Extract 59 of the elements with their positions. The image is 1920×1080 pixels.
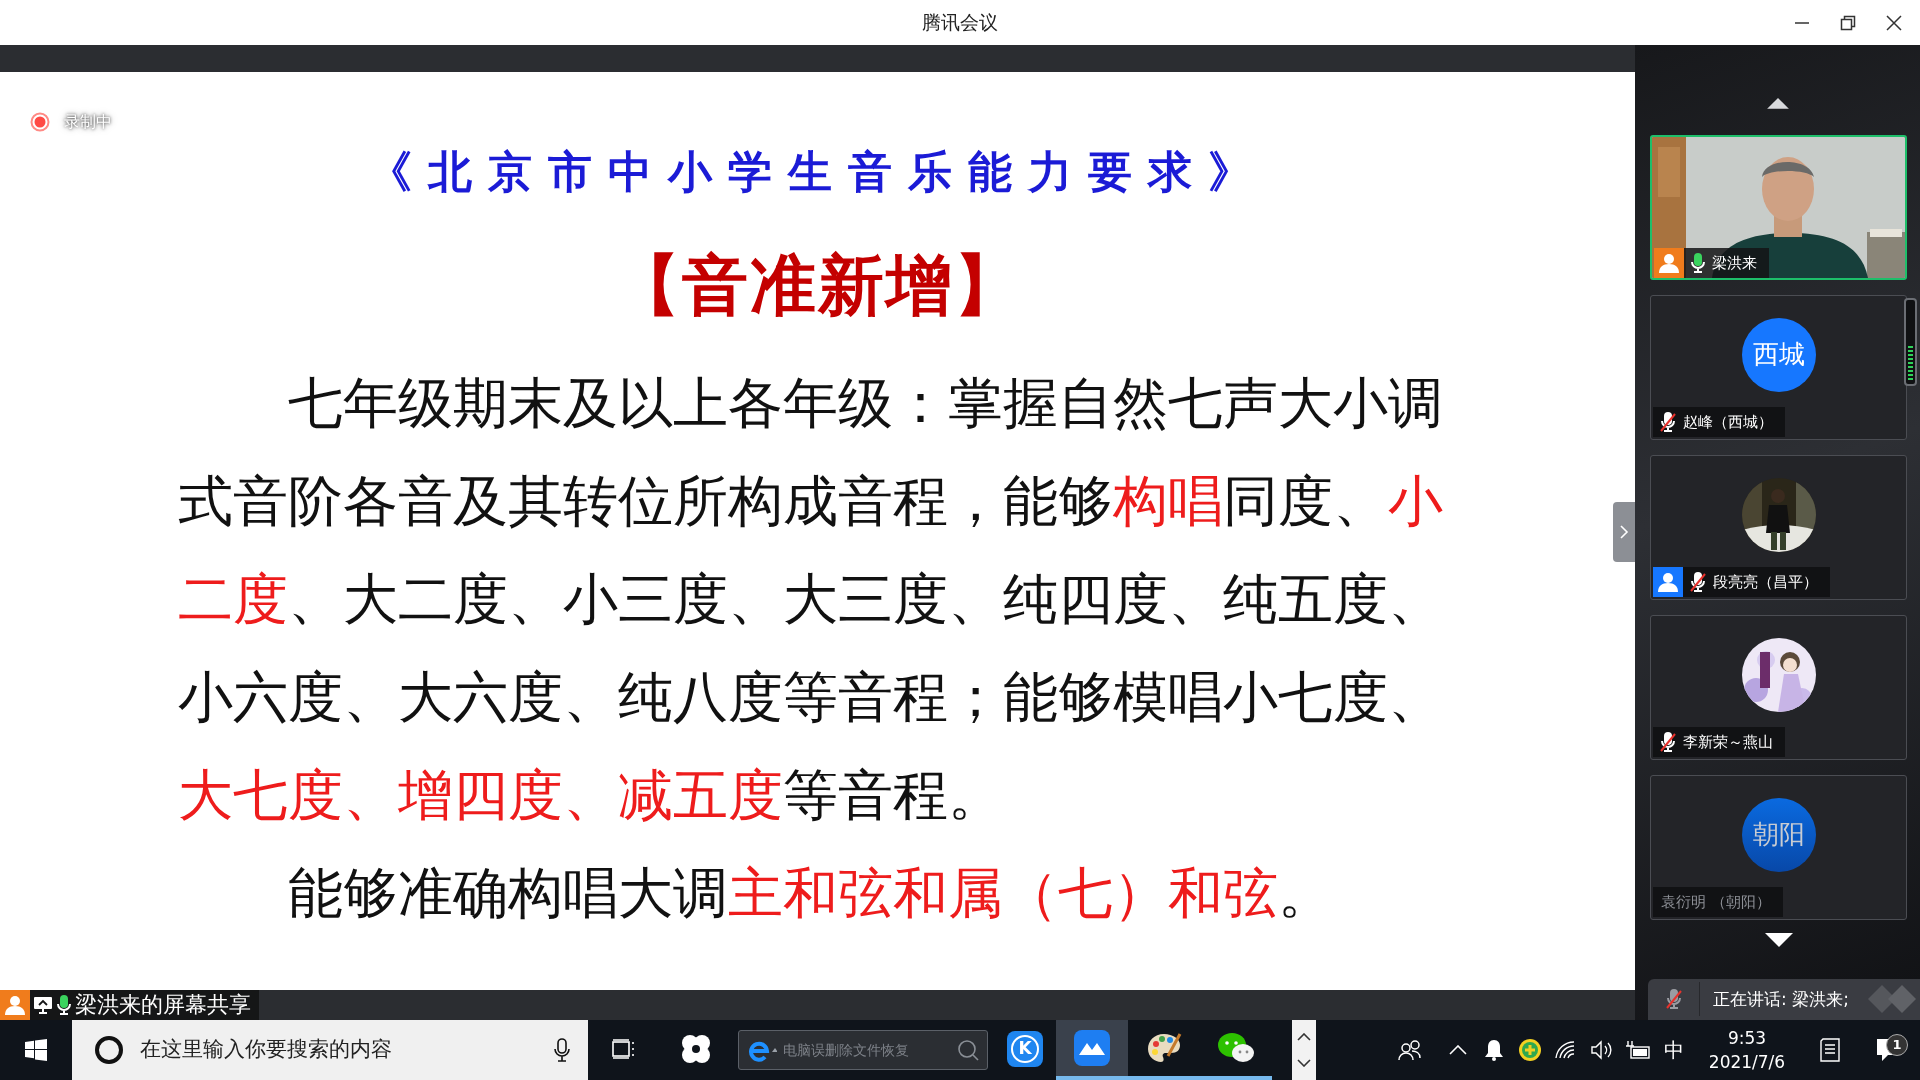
chevron-right-icon xyxy=(1619,524,1629,540)
pinwheel-icon xyxy=(681,1033,711,1064)
chevron-down-icon xyxy=(1297,1059,1311,1067)
taskbar-scroll[interactable] xyxy=(1292,1020,1316,1080)
participant-name: 李新荣～燕山 xyxy=(1683,731,1773,753)
paragraph: 七年级期末及以上各年级：掌握自然七声大小调式音阶各音及其转位所构成音程，能够构唱同度、小二度、大二度、小三度、大三度、纯四度、纯五度、小六度、大六度、纯八度等音程；能够模唱小七度、 大七度、增四度、减五度等音程。 xyxy=(178,370,1443,829)
plus-circle-icon xyxy=(1518,1038,1542,1062)
people-icon xyxy=(1398,1039,1422,1061)
minimize-icon xyxy=(1794,21,1810,24)
chevron-up-icon xyxy=(1297,1033,1311,1041)
search-box[interactable]: 在这里输入你要搜索的内容 xyxy=(72,1020,588,1080)
scroll-down-icon[interactable] xyxy=(1764,932,1793,947)
avatar: 西城 xyxy=(1741,317,1816,392)
screen-share-text: 梁洪来的屏幕共享 xyxy=(75,991,251,1019)
clock[interactable]: 9:53 2021/7/6 xyxy=(1692,1026,1802,1074)
participant-tile[interactable]: 李新荣～燕山 xyxy=(1650,614,1907,760)
participant-name: 赵峰（西城） xyxy=(1683,411,1773,433)
paragraph: 能够准确构唱大调主和弦和属（七）和弦。 xyxy=(287,860,1334,927)
participant-name: 段亮亮（昌平） xyxy=(1713,571,1818,593)
chat-bubbles-icon xyxy=(1217,1031,1255,1065)
participant-name: 梁洪来 xyxy=(1712,252,1757,274)
web-search-field[interactable]: 电脑误删除文件恢复 xyxy=(781,1038,953,1062)
document-icon xyxy=(1819,1038,1841,1062)
notification-count: 1 xyxy=(1886,1034,1908,1056)
close-icon xyxy=(1886,14,1902,31)
meeting-app-icon xyxy=(1074,1030,1110,1066)
cortana-icon xyxy=(94,1035,124,1065)
participant-tile[interactable]: 西城 赵峰（西城） xyxy=(1650,294,1907,440)
search-icon xyxy=(957,1039,979,1061)
windows-icon xyxy=(25,1039,47,1061)
collapse-handle[interactable] xyxy=(1613,502,1635,562)
participant-tile[interactable]: 梁洪来 xyxy=(1650,134,1907,280)
window-title: 腾讯会议 xyxy=(922,10,998,36)
clock-date: 2021/7/6 xyxy=(1708,1051,1786,1074)
recording-label: 录制中 xyxy=(64,111,112,133)
app-icon: K xyxy=(1007,1030,1043,1067)
recording-icon xyxy=(30,112,50,132)
bell-icon xyxy=(1484,1039,1504,1061)
chevron-up-icon xyxy=(1449,1045,1467,1055)
slide-title: 《北京市中小学生音乐能力要求》 xyxy=(367,145,1268,199)
person-icon xyxy=(4,994,26,1016)
battery-icon xyxy=(1625,1040,1651,1060)
participant-tile[interactable]: 段亮亮（昌平） xyxy=(1650,454,1907,600)
speaking-status: 正在讲话: 梁洪来; xyxy=(1713,987,1849,1011)
input-method-button[interactable]: 中 xyxy=(1656,1035,1692,1065)
screen-share-icon xyxy=(33,996,53,1014)
avatar: 朝阳 xyxy=(1741,797,1816,872)
participant-tile[interactable]: 朝阳 袁衍明 （朝阳） xyxy=(1650,774,1907,920)
task-view-icon xyxy=(612,1038,636,1059)
search-field[interactable]: 在这里输入你要搜索的内容 xyxy=(138,1033,540,1067)
microphone-icon xyxy=(554,1038,570,1062)
clock-time: 9:53 xyxy=(1727,1027,1767,1050)
taskbar-app[interactable]: K xyxy=(994,1020,1056,1080)
restore-icon xyxy=(1840,14,1856,31)
taskbar-app[interactable] xyxy=(1056,1020,1128,1080)
web-search-box[interactable]: 电脑误删除文件恢复 xyxy=(738,1030,988,1070)
slide-subtitle: 【音准新增】 xyxy=(613,245,1022,326)
speaker-icon xyxy=(1590,1040,1614,1060)
participant-name: 袁衍明 （朝阳） xyxy=(1660,891,1771,913)
